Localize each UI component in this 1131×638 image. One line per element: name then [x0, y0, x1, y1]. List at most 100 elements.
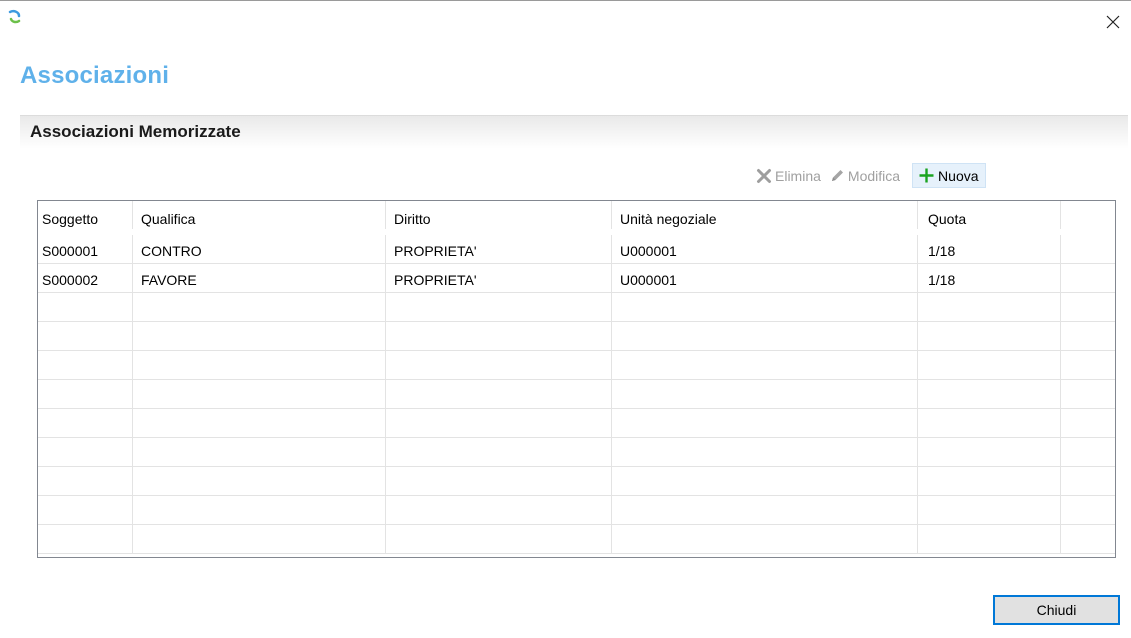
new-button[interactable]: Nuova [912, 163, 986, 188]
table-cell [1061, 264, 1115, 292]
table-cell [918, 525, 1061, 553]
app-logo-icon [8, 9, 22, 27]
section-header: Associazioni Memorizzate [20, 115, 1128, 149]
table-cell [612, 380, 918, 408]
table-cell [612, 322, 918, 350]
table-cell [612, 293, 918, 321]
column-header[interactable]: Diritto [386, 201, 612, 229]
table-row[interactable] [38, 438, 1115, 467]
table-cell [918, 351, 1061, 379]
table-cell [612, 525, 918, 553]
table-cell [133, 409, 386, 437]
table-row[interactable] [38, 409, 1115, 438]
column-header [1061, 201, 1115, 229]
table-cell [386, 351, 612, 379]
table-cell: S000001 [38, 235, 133, 263]
x-icon [757, 168, 771, 183]
dialog-window: Associazioni Associazioni Memorizzate El… [0, 0, 1131, 638]
plus-icon [919, 168, 934, 183]
table-row[interactable] [38, 351, 1115, 380]
table-cell [1061, 438, 1115, 466]
table-row[interactable] [38, 322, 1115, 351]
table-cell: CONTRO [133, 235, 386, 263]
edit-label: Modifica [847, 167, 901, 184]
table-cell [38, 438, 133, 466]
table-cell [612, 409, 918, 437]
delete-button[interactable]: Elimina [752, 163, 825, 188]
column-header[interactable]: Qualifica [133, 201, 386, 229]
table-cell [386, 293, 612, 321]
table-cell [386, 496, 612, 524]
table-cell [38, 467, 133, 495]
table-header-row: Soggetto Qualifica Diritto Unità negozia… [38, 201, 1115, 230]
associations-table[interactable]: Soggetto Qualifica Diritto Unità negozia… [37, 200, 1116, 558]
table-row[interactable]: S000001 CONTRO PROPRIETA' U000001 1/18 [38, 235, 1115, 264]
table-row[interactable] [38, 293, 1115, 322]
table-cell [1061, 409, 1115, 437]
column-header[interactable]: Quota [918, 201, 1061, 229]
table-cell [918, 409, 1061, 437]
table-row[interactable] [38, 467, 1115, 496]
table-cell [38, 496, 133, 524]
table-cell [386, 525, 612, 553]
table-cell: U000001 [612, 264, 918, 292]
pencil-icon [831, 169, 843, 181]
table-cell [918, 467, 1061, 495]
table-cell [38, 293, 133, 321]
table-row[interactable]: S000002 FAVORE PROPRIETA' U000001 1/18 [38, 264, 1115, 293]
table-cell [133, 525, 386, 553]
table-cell [38, 351, 133, 379]
table-cell [1061, 525, 1115, 553]
close-icon[interactable] [1101, 11, 1125, 33]
table-cell [386, 409, 612, 437]
column-header[interactable]: Soggetto [38, 201, 133, 229]
table-cell: 1/18 [918, 235, 1061, 263]
table-cell [918, 380, 1061, 408]
table-cell: PROPRIETA' [386, 264, 612, 292]
table-cell [38, 322, 133, 350]
table-row[interactable] [38, 496, 1115, 525]
table-cell [612, 438, 918, 466]
table-cell [386, 438, 612, 466]
table-cell [133, 351, 386, 379]
table-cell [38, 380, 133, 408]
page-title: Associazioni [20, 62, 170, 89]
table-cell: U000001 [612, 235, 918, 263]
table-cell: PROPRIETA' [386, 235, 612, 263]
table-cell [133, 380, 386, 408]
table-cell [386, 380, 612, 408]
close-button[interactable]: Chiudi [993, 595, 1120, 625]
table-cell: FAVORE [133, 264, 386, 292]
table-cell [1061, 351, 1115, 379]
table-cell [133, 293, 386, 321]
table-cell [133, 438, 386, 466]
edit-button[interactable]: Modifica [825, 163, 904, 188]
table-cell [612, 351, 918, 379]
table-cell [1061, 496, 1115, 524]
table-cell [1061, 293, 1115, 321]
column-header[interactable]: Unità negoziale [612, 201, 918, 229]
table-cell: S000002 [38, 264, 133, 292]
table-cell [918, 322, 1061, 350]
table-cell [386, 322, 612, 350]
delete-label: Elimina [775, 167, 821, 184]
table-row[interactable] [38, 525, 1115, 554]
table-cell [386, 467, 612, 495]
table-cell [918, 438, 1061, 466]
table-row[interactable] [38, 380, 1115, 409]
table-cell [1061, 235, 1115, 263]
table-cell [612, 467, 918, 495]
table-cell [612, 496, 918, 524]
table-cell [38, 409, 133, 437]
table-cell: 1/18 [918, 264, 1061, 292]
new-label: Nuova [938, 167, 979, 184]
table-cell [1061, 467, 1115, 495]
table-cell [38, 525, 133, 553]
table-cell [918, 293, 1061, 321]
table-cell [133, 496, 386, 524]
table-cell [1061, 380, 1115, 408]
table-cell [133, 467, 386, 495]
table-cell [1061, 322, 1115, 350]
table-cell [133, 322, 386, 350]
section-title: Associazioni Memorizzate [30, 122, 241, 141]
